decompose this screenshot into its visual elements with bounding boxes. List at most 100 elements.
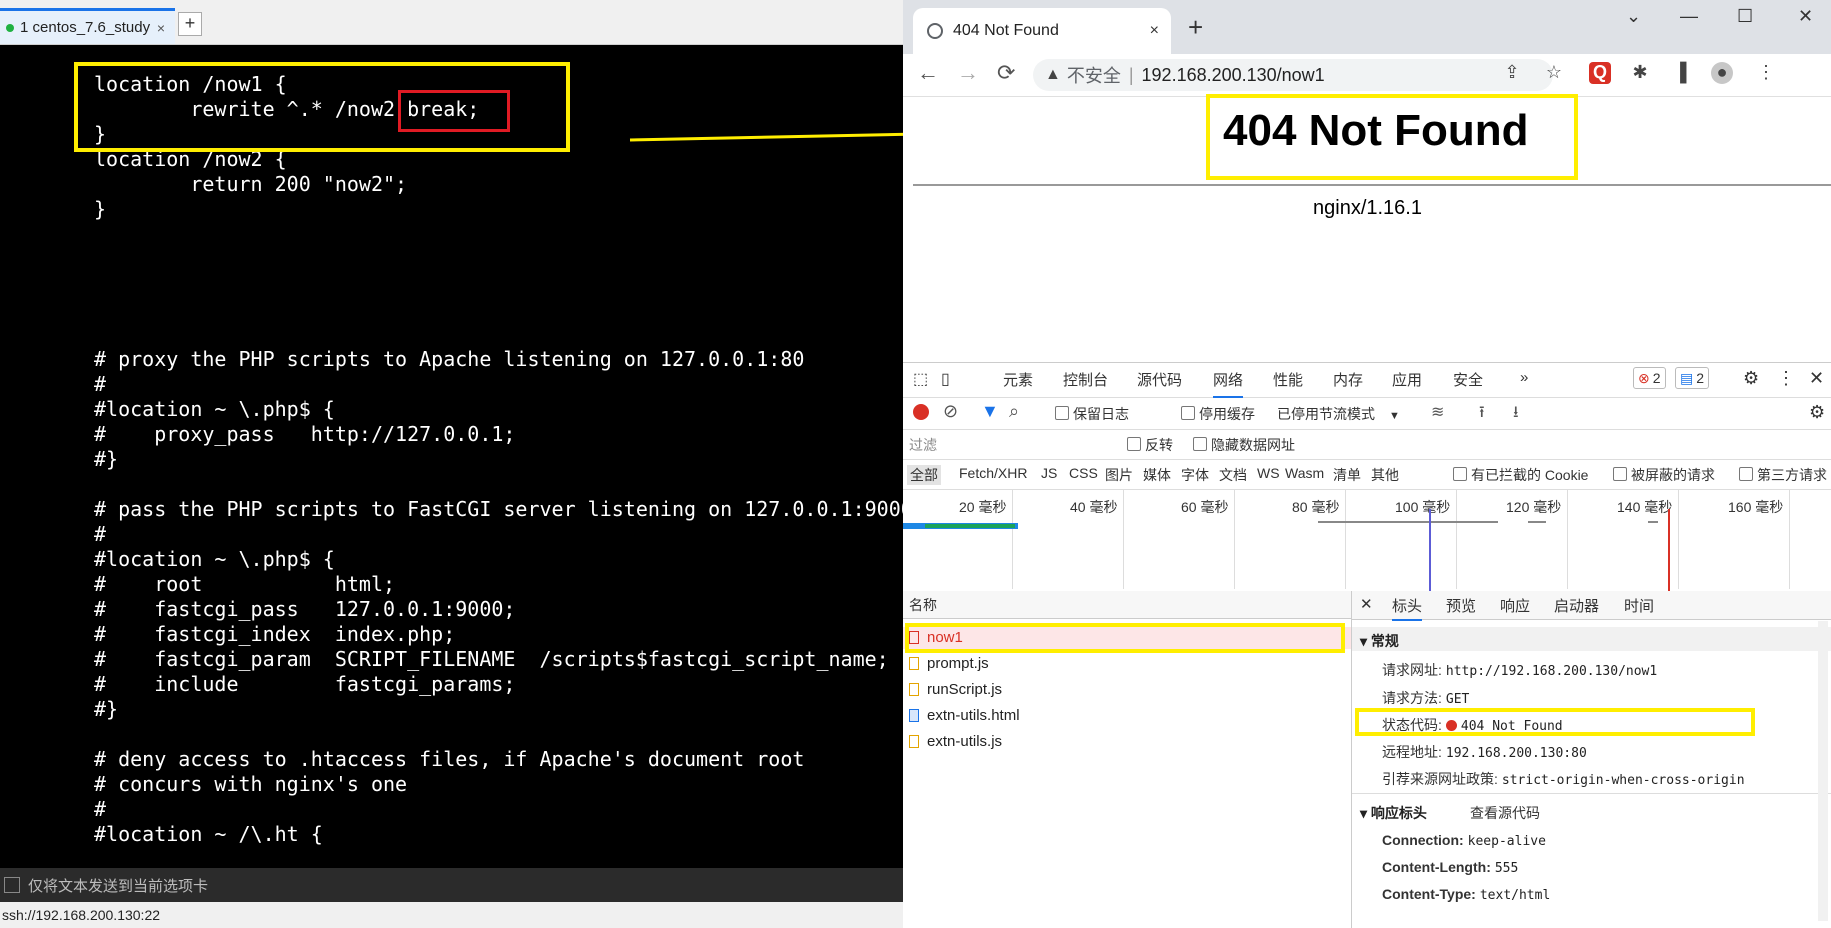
terminal-session-tab[interactable]: 1 centos_7.6_study ×: [0, 8, 175, 44]
wifi-settings-icon[interactable]: ≋: [1431, 402, 1444, 422]
html-file-icon: [909, 709, 919, 722]
devtools-panel-tabs: ⬚ ▯ 元素 控制台 源代码 网络 性能 内存 应用 安全 » ⊗ 2 ▤ 2 …: [903, 363, 1831, 398]
bookmark-star-icon[interactable]: ☆: [1543, 62, 1565, 84]
error-count-badge[interactable]: ⊗ 2: [1633, 367, 1666, 389]
puzzle-icon[interactable]: ✱: [1629, 62, 1651, 84]
close-icon[interactable]: ✕: [1360, 595, 1373, 613]
type-img[interactable]: 图片: [1105, 465, 1133, 485]
new-session-button[interactable]: +: [178, 12, 202, 36]
tab-security[interactable]: 安全: [1453, 369, 1483, 390]
hide-data-urls-checkbox[interactable]: 隐藏数据网址: [1193, 435, 1295, 455]
details-scrollbar[interactable]: [1818, 621, 1828, 921]
reload-button[interactable]: ⟳: [997, 60, 1015, 86]
tab-headers[interactable]: 标头: [1392, 595, 1423, 621]
caret-down-icon: ▾: [1360, 805, 1371, 821]
name-column-header[interactable]: 名称: [903, 591, 1351, 619]
view-source-link[interactable]: 查看源代码: [1470, 803, 1540, 823]
filter-icon[interactable]: ▼: [981, 401, 999, 422]
content-type-value: text/html: [1479, 888, 1551, 903]
compose-icon: [4, 877, 20, 893]
request-row[interactable]: prompt.js: [909, 655, 989, 672]
type-font[interactable]: 字体: [1181, 465, 1209, 485]
type-doc[interactable]: 文档: [1219, 465, 1247, 485]
tab-elements[interactable]: 元素: [1003, 369, 1033, 390]
tab-timing[interactable]: 时间: [1624, 595, 1654, 616]
type-wasm[interactable]: Wasm: [1285, 465, 1324, 481]
tab-initiator[interactable]: 启动器: [1554, 595, 1599, 616]
blocked-cookies-checkbox[interactable]: 有已拦截的 Cookie: [1453, 465, 1588, 485]
menu-icon[interactable]: ⋮: [1755, 62, 1777, 84]
section-divider: [1352, 793, 1831, 794]
devtools-menu-icon[interactable]: ⋮: [1777, 368, 1795, 389]
request-name: extn-utils.html: [927, 707, 1020, 724]
back-button[interactable]: ←: [917, 60, 939, 86]
type-other[interactable]: 其他: [1371, 465, 1399, 485]
highlight-now1-row: [905, 623, 1345, 653]
type-all[interactable]: 全部: [907, 465, 941, 485]
share-icon[interactable]: ⇪: [1501, 62, 1523, 84]
request-row[interactable]: extn-utils.html: [909, 707, 1020, 724]
close-icon[interactable]: ×: [157, 20, 165, 36]
new-tab-button[interactable]: +: [1188, 12, 1203, 43]
general-section-header[interactable]: [1352, 627, 1831, 651]
maximize-button[interactable]: ☐: [1737, 6, 1753, 27]
request-row[interactable]: runScript.js: [909, 681, 1002, 698]
network-timeline-overview[interactable]: 20 毫秒 40 毫秒 60 毫秒 80 毫秒 100 毫秒 120 毫秒 14…: [903, 489, 1831, 592]
preserve-log-checkbox[interactable]: 保留日志: [1055, 404, 1129, 424]
record-icon[interactable]: [913, 404, 929, 420]
compose-bar[interactable]: 仅将文本发送到当前选项卡: [0, 868, 903, 902]
type-ws[interactable]: WS: [1257, 465, 1280, 481]
forward-button[interactable]: →: [957, 60, 979, 86]
response-headers-title[interactable]: ▾ 响应标头: [1360, 803, 1427, 823]
browser-tab[interactable]: 404 Not Found ×: [913, 8, 1171, 54]
tab-preview[interactable]: 预览: [1446, 595, 1476, 616]
tab-response[interactable]: 响应: [1500, 595, 1530, 616]
compose-placeholder: 仅将文本发送到当前选项卡: [28, 877, 209, 895]
timeline-gridline: [1123, 489, 1124, 589]
terminal-output[interactable]: location /now1 { rewrite ^.* /now2 break…: [94, 72, 903, 847]
type-media[interactable]: 媒体: [1143, 465, 1171, 485]
general-section-title: ▾ 常规: [1360, 631, 1399, 651]
blocked-requests-checkbox[interactable]: 被屏蔽的请求: [1613, 465, 1715, 485]
invert-checkbox[interactable]: 反转: [1127, 435, 1173, 455]
settings-gear-icon[interactable]: ⚙: [1743, 368, 1759, 389]
tab-performance[interactable]: 性能: [1273, 369, 1303, 390]
close-icon[interactable]: ✕: [1809, 368, 1824, 389]
type-css[interactable]: CSS: [1069, 465, 1098, 481]
inspect-icon[interactable]: ⬚: [913, 369, 928, 389]
message-count-badge[interactable]: ▤ 2: [1675, 367, 1710, 389]
minimize-button[interactable]: —: [1680, 6, 1698, 27]
profile-avatar[interactable]: ●: [1711, 62, 1733, 84]
method-label: 请求方法:: [1382, 690, 1442, 706]
more-tabs-icon[interactable]: »: [1520, 369, 1528, 386]
import-har-icon[interactable]: ⭱: [1479, 401, 1485, 428]
export-har-icon[interactable]: ⭳: [1513, 401, 1519, 428]
tab-network[interactable]: 网络: [1213, 369, 1244, 398]
clear-icon[interactable]: ⊘: [943, 401, 958, 422]
type-js[interactable]: JS: [1041, 465, 1057, 481]
tab-application[interactable]: 应用: [1392, 369, 1422, 390]
extension-icon[interactable]: Q: [1589, 62, 1611, 84]
tab-sources[interactable]: 源代码: [1137, 369, 1182, 390]
tab-search-icon[interactable]: ⌄: [1626, 6, 1641, 27]
request-row[interactable]: extn-utils.js: [909, 733, 1002, 750]
network-settings-gear-icon[interactable]: ⚙: [1809, 402, 1825, 423]
throttle-select[interactable]: 已停用节流模式 ▼: [1277, 404, 1400, 424]
device-toggle-icon[interactable]: ▯: [941, 369, 950, 389]
address-bar[interactable]: ▲ 不安全 | 192.168.200.130/now1: [1033, 59, 1553, 91]
window-close-button[interactable]: ✕: [1798, 6, 1813, 27]
tab-console[interactable]: 控制台: [1063, 369, 1108, 390]
type-fetch-xhr[interactable]: Fetch/XHR: [959, 465, 1027, 481]
side-panel-icon[interactable]: ▐: [1669, 62, 1691, 84]
search-icon[interactable]: ⌕: [1009, 401, 1019, 422]
disable-cache-label: 停用缓存: [1199, 406, 1255, 422]
filter-input[interactable]: 过滤: [909, 435, 1109, 453]
timeline-gridline: [1456, 489, 1457, 589]
close-icon[interactable]: ×: [1150, 22, 1159, 40]
error-icon: ⊗: [1638, 369, 1650, 386]
disable-cache-checkbox[interactable]: 停用缓存: [1181, 404, 1255, 424]
tab-memory[interactable]: 内存: [1333, 369, 1363, 390]
type-manifest[interactable]: 清单: [1333, 465, 1361, 485]
third-party-checkbox[interactable]: 第三方请求: [1739, 465, 1827, 485]
timeline-bar: [1528, 521, 1546, 523]
